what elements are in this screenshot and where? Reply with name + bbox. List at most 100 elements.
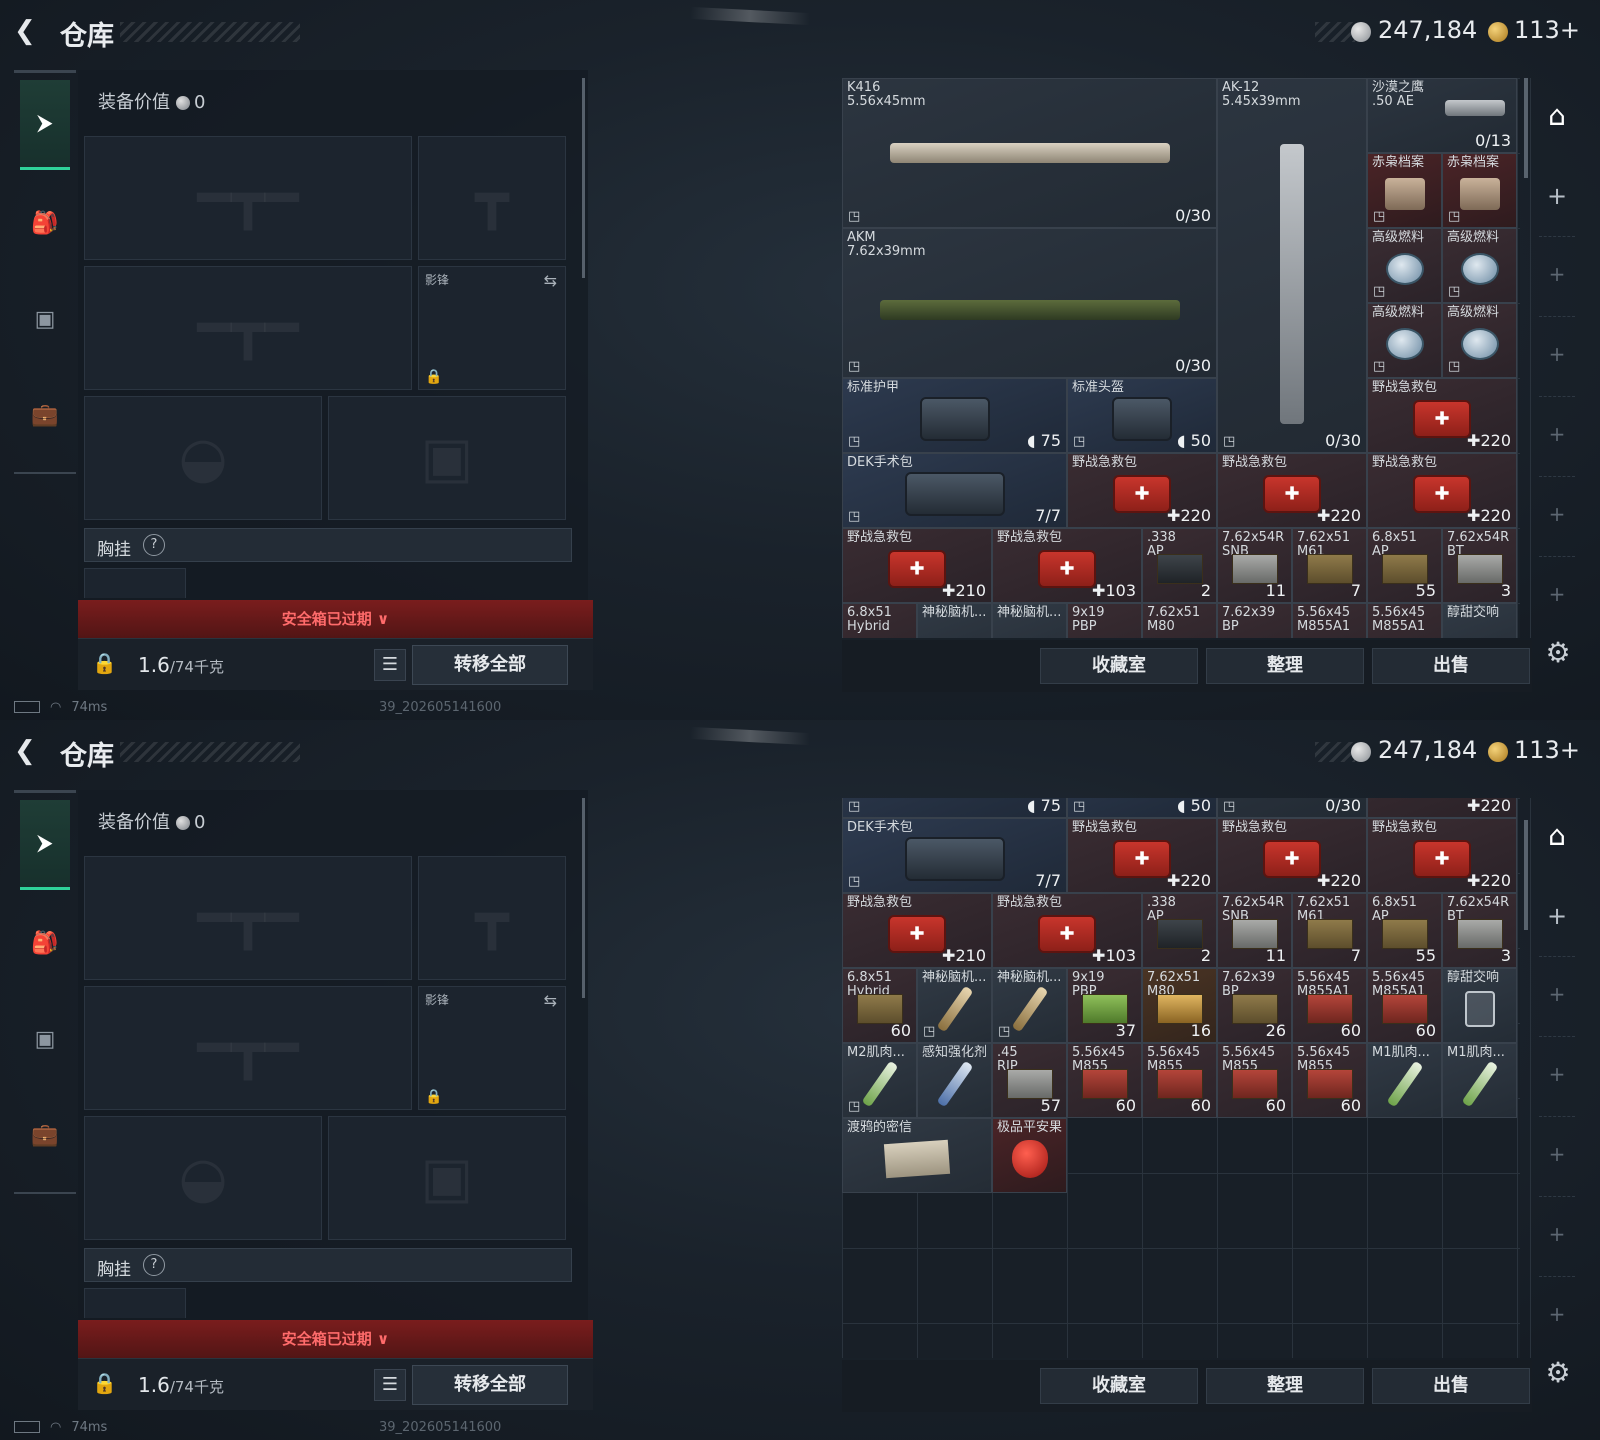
stash-item[interactable]: 神秘脑机... ◳	[992, 968, 1067, 1043]
add-container-icon[interactable]: +	[1531, 1142, 1583, 1166]
stash-item-ammo[interactable]: 7.62x39 BP	[1217, 603, 1292, 638]
help-icon[interactable]: ?	[143, 1254, 165, 1276]
stash-item-ammo[interactable]: 9x19 PBP 37	[1067, 968, 1142, 1043]
back-arrow-icon[interactable]: ❮	[14, 736, 44, 766]
gold-balance[interactable]: 113+	[1514, 16, 1580, 44]
transfer-all-button[interactable]: 转移全部	[412, 1365, 568, 1405]
nav-backpack-icon[interactable]: 🎒	[20, 898, 70, 988]
stash-item[interactable]: 极品平安果	[992, 1118, 1067, 1193]
stash-item-medkit[interactable]: 野战急救包 ✚103	[992, 528, 1142, 603]
swap-icon[interactable]: ⇆	[544, 271, 557, 290]
stash-item-ammo[interactable]: 7.62x51 M61 7	[1292, 528, 1367, 603]
add-container-icon[interactable]: +	[1531, 902, 1583, 930]
stash-item[interactable]: M2肌肉... ◳	[842, 1043, 917, 1118]
settings-gear-icon[interactable]: ⚙	[1540, 636, 1576, 672]
stash-item-medkit[interactable]: ✚220	[1367, 798, 1517, 818]
chest-rig-slot[interactable]: 胸挂 ?	[84, 1248, 572, 1282]
stash-item[interactable]: 高级燃料 ◳	[1367, 303, 1442, 378]
stash-item-medkit[interactable]: 野战急救包 ✚220	[1367, 453, 1517, 528]
stash-item-ammo[interactable]: .45 RIP 57	[992, 1043, 1067, 1118]
pistol-slot[interactable]: ┳	[418, 136, 566, 260]
sort-button[interactable]: 整理	[1206, 1368, 1364, 1404]
primary-weapon-slot[interactable]: ━┳━	[84, 856, 412, 980]
stash-item-medkit[interactable]: 野战急救包 ✚220	[1067, 818, 1217, 893]
stash-item-surgery-kit[interactable]: DEK手术包 ◳ 7/7	[842, 453, 1067, 528]
loadout-scrollbar[interactable]	[582, 798, 585, 998]
stash-item-ammo[interactable]: 7.62x39 BP 26	[1217, 968, 1292, 1043]
armor-slot[interactable]: ▣	[328, 1116, 566, 1240]
add-container-icon[interactable]: +	[1531, 982, 1583, 1006]
list-icon[interactable]: ☰	[374, 649, 406, 681]
melee-slot[interactable]: 影锋 ⇆ 🔒	[418, 986, 566, 1110]
stash-scrollbar[interactable]	[1524, 820, 1528, 930]
stash-item-ammo[interactable]: 7.62x54R BT 3	[1442, 528, 1517, 603]
stash-item-ammo[interactable]: .338 AP 2	[1142, 893, 1217, 968]
primary-weapon-slot[interactable]: ━┳━	[84, 136, 412, 260]
help-icon[interactable]: ?	[143, 534, 165, 556]
stash-item-helmet[interactable]: 标准头盔 ◳ ◖ 50	[1067, 378, 1217, 453]
chest-rig-slot[interactable]: 胸挂 ?	[84, 528, 572, 562]
add-container-icon[interactable]: +	[1531, 182, 1583, 210]
settings-gear-icon[interactable]: ⚙	[1540, 1356, 1576, 1392]
back-arrow-icon[interactable]: ❮	[14, 16, 44, 46]
stash-item-ammo[interactable]: 7.62x51 M61 7	[1292, 893, 1367, 968]
stash-item[interactable]: 神秘脑机...	[917, 603, 992, 638]
stash-item-ammo[interactable]: 6.8x51 Hybrid 60	[842, 968, 917, 1043]
stash-item-helmet[interactable]: ◳ ◖ 50	[1067, 798, 1217, 818]
stash-item-medkit[interactable]: 野战急救包 ✚220	[1067, 453, 1217, 528]
sort-button[interactable]: 整理	[1206, 648, 1364, 684]
nav-briefcase-icon[interactable]: 💼	[20, 370, 70, 460]
safe-box-expired-banner[interactable]: 安全箱已过期 ∨	[78, 600, 593, 638]
stash-item-armor[interactable]: 标准护甲 ◳ ◖ 75	[842, 378, 1067, 453]
rig-cell[interactable]	[84, 568, 186, 598]
nav-weapons-pistol-icon[interactable]: ⮞	[20, 80, 70, 170]
stash-item-ammo[interactable]: 6.8x51 AP 55	[1367, 893, 1442, 968]
nav-weapons-pistol-icon[interactable]: ⮞	[20, 800, 70, 890]
stash-item-ammo[interactable]: 5.56x45 M855 60	[1217, 1043, 1292, 1118]
nav-vest-icon[interactable]: ▣	[20, 994, 70, 1084]
stash-item-medkit[interactable]: 野战急救包 ✚210	[842, 528, 992, 603]
stash-scrollbar[interactable]	[1524, 78, 1528, 178]
safe-box-expired-banner[interactable]: 安全箱已过期 ∨	[78, 1320, 593, 1358]
stash-item-medkit[interactable]: 野战急救包 ✚210	[842, 893, 992, 968]
nav-backpack-icon[interactable]: 🎒	[20, 178, 70, 268]
armor-slot[interactable]: ▣	[328, 396, 566, 520]
stash-item-ammo[interactable]: 5.56x45 M855A1 60	[1292, 968, 1367, 1043]
gold-balance[interactable]: 113+	[1514, 736, 1580, 764]
stash-item-ammo[interactable]: 7.62x54R SNB 11	[1217, 893, 1292, 968]
stash-item[interactable]: 高级燃料 ◳	[1442, 228, 1517, 303]
add-container-icon[interactable]: +	[1531, 1062, 1583, 1086]
stash-item-medkit[interactable]: 野战急救包 ✚220	[1217, 453, 1367, 528]
collection-room-button[interactable]: 收藏室	[1040, 648, 1198, 684]
secondary-weapon-slot[interactable]: ━┳━	[84, 266, 412, 390]
stash-item-ammo[interactable]: 5.56x45 M855A1 60	[1367, 968, 1442, 1043]
stash-item[interactable]: 神秘脑机... ◳	[917, 968, 992, 1043]
stash-item-surgery-kit[interactable]: DEK手术包 ◳ 7/7	[842, 818, 1067, 893]
stash-item-ammo[interactable]: 9x19 PBP	[1067, 603, 1142, 638]
stash-item-armor[interactable]: ◳ ◖ 75	[842, 798, 1067, 818]
stash-item-weapon[interactable]: 沙漠之鹰 .50 AE 0/13	[1367, 78, 1517, 153]
stash-item-ammo[interactable]: 6.8x51 AP 55	[1367, 528, 1442, 603]
helmet-slot[interactable]: ◒	[84, 396, 322, 520]
stash-item-weapon[interactable]: AKM 7.62x39mm ◳ 0/30	[842, 228, 1217, 378]
swap-icon[interactable]: ⇆	[544, 991, 557, 1010]
storage-icon[interactable]: ⌂	[1539, 818, 1575, 854]
stash-item[interactable]: 高级燃料 ◳	[1442, 303, 1517, 378]
lock-icon[interactable]: 🔒	[92, 1371, 117, 1395]
add-container-icon[interactable]: +	[1531, 262, 1583, 286]
stash-item[interactable]: 赤枭档案 ◳	[1367, 153, 1442, 228]
stash-item-ammo[interactable]: 5.56x45 M855 60	[1292, 1043, 1367, 1118]
melee-slot[interactable]: 影锋 ⇆ 🔒	[418, 266, 566, 390]
stash-item-ammo[interactable]: 7.62x54R SNB 11	[1217, 528, 1292, 603]
add-container-icon[interactable]: +	[1531, 422, 1583, 446]
stash-item-ammo[interactable]: 6.8x51 Hybrid	[842, 603, 917, 638]
nav-briefcase-icon[interactable]: 💼	[20, 1090, 70, 1180]
stash-item-medkit[interactable]: 野战急救包 ✚103	[992, 893, 1142, 968]
storage-icon[interactable]: ⌂	[1539, 98, 1575, 134]
add-container-icon[interactable]: +	[1531, 502, 1583, 526]
collection-room-button[interactable]: 收藏室	[1040, 1368, 1198, 1404]
loadout-scrollbar[interactable]	[582, 78, 585, 278]
transfer-all-button[interactable]: 转移全部	[412, 645, 568, 685]
stash-item-ammo[interactable]: 5.56x45 M855 60	[1142, 1043, 1217, 1118]
pistol-slot[interactable]: ┳	[418, 856, 566, 980]
